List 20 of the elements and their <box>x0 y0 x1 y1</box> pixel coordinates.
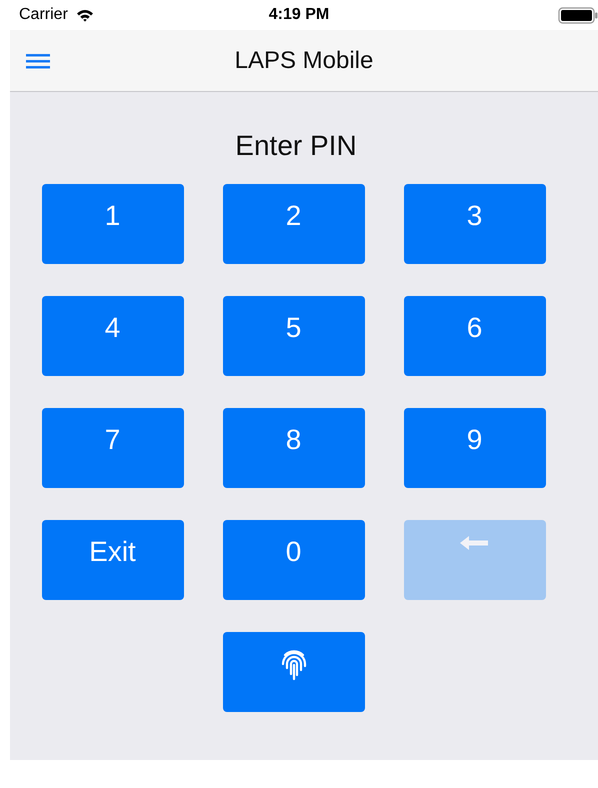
keypad-button[interactable]: 8 <box>222 408 364 488</box>
carrier-label: Carrier <box>19 6 68 24</box>
battery-icon <box>558 6 598 24</box>
keypad-button[interactable]: 1 <box>42 184 184 264</box>
keypad-button[interactable]: 4 <box>42 296 184 376</box>
keypad-button[interactable]: 0 <box>222 520 364 600</box>
clock-time: 4:19 PM <box>268 6 330 24</box>
app-title: LAPS Mobile <box>234 46 374 74</box>
keypad-button[interactable]: 2 <box>222 184 364 264</box>
keypad-button[interactable]: 9 <box>404 408 546 488</box>
pin-prompt: Enter PIN <box>235 130 357 162</box>
keypad-button[interactable]: Exit <box>42 520 184 600</box>
menu-icon[interactable] <box>26 52 50 70</box>
keypad-button[interactable]: 5 <box>222 296 364 376</box>
left-arrow-icon <box>460 536 490 550</box>
wifi-icon <box>76 8 94 22</box>
fingerprint-button[interactable] <box>222 632 364 712</box>
keypad-button[interactable]: 3 <box>404 184 546 264</box>
keypad-button[interactable]: 6 <box>404 296 546 376</box>
keypad-button[interactable]: 7 <box>42 408 184 488</box>
